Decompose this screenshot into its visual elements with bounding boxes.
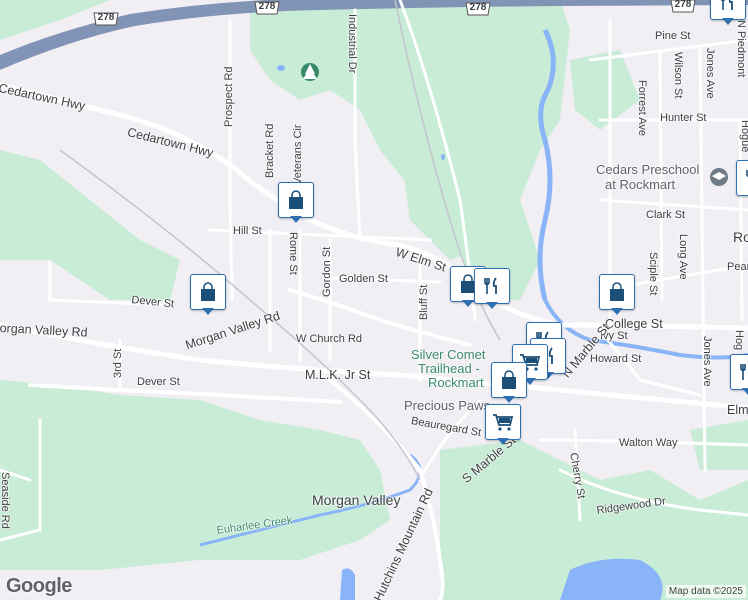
street-label-mlk: M.L.K. Jr St <box>305 368 371 382</box>
street-label-wilson: Wilson St <box>672 52 684 99</box>
shopping-bag-icon <box>502 370 516 389</box>
street-label-jones-ave-n: Jones Ave <box>704 48 716 99</box>
restaurant-icon <box>720 0 733 10</box>
street-label-prospect: Prospect Rd <box>223 66 235 127</box>
map-attribution[interactable]: Map data ©2025 <box>665 585 746 598</box>
map-canvas[interactable]: 278 278 278 278 Pine St N Piedmont Jones… <box>0 0 748 600</box>
street-label-hogue-s: Hog <box>733 330 745 351</box>
shopping-bag-icon <box>289 190 303 209</box>
street-label-jones-ave-s: Jones Ave <box>701 336 713 387</box>
street-label-3rd: 3rd St <box>112 348 124 378</box>
google-logo: Google <box>6 575 72 597</box>
street-label-pine: Pine St <box>655 30 691 42</box>
place-label-silver-comet-2: Trailhead - <box>418 361 480 376</box>
street-label-walton: Walton Way <box>619 437 678 449</box>
shopping-cart-icon <box>493 414 514 431</box>
shopping-marker[interactable] <box>491 362 527 404</box>
street-label-w-church: W Church Rd <box>296 333 363 345</box>
restaurant-icon <box>484 277 497 294</box>
place-label-morgan-valley: Morgan Valley <box>312 492 401 508</box>
place-label-silver-comet-3: Rockmart <box>428 375 484 390</box>
shopping-bag-icon <box>201 282 215 301</box>
place-label-silver-comet-1: Silver Comet <box>411 347 486 362</box>
restaurant-icon <box>746 170 748 178</box>
street-label-hogue: Hogue <box>739 120 748 153</box>
grocery-marker[interactable] <box>485 404 521 446</box>
restaurant-marker[interactable] <box>710 0 746 26</box>
restaurant-marker[interactable] <box>474 268 510 310</box>
street-label-clark: Clark St <box>646 209 686 221</box>
street-label-sciple: Sciple St <box>647 252 659 296</box>
street-label-howard: Howard St <box>590 353 642 365</box>
shopping-bag-icon <box>610 282 624 301</box>
street-label-seaside: Seaside Rd <box>0 472 11 529</box>
place-label-precious-paws: Precious Paws <box>404 398 490 413</box>
restaurant-icon <box>740 364 746 380</box>
street-label-gordon: Gordon St <box>321 246 333 297</box>
street-label-dever: Dever St <box>137 376 180 388</box>
park-tree-icon <box>301 63 319 81</box>
street-label-rome: Rome St <box>287 232 299 275</box>
street-label-rockmart-edge: Ro <box>733 229 748 245</box>
place-label-cedars-preschool-2: at Rockmart <box>605 177 676 192</box>
street-label-elm-e: Elm <box>727 403 748 417</box>
street-label-n-piedmont: N Piedmont <box>735 20 747 78</box>
street-label-college: College St <box>605 317 663 331</box>
street-label-veterans: Veterans Cir <box>292 124 304 185</box>
highway-shield-278-d: 278 <box>670 0 696 14</box>
street-label-hunter: Hunter St <box>660 112 707 124</box>
street-label-bluff: Bluff St <box>418 284 430 320</box>
restaurant-marker[interactable] <box>730 354 748 396</box>
street-label-bracket: Bracket Rd <box>264 123 276 178</box>
highway-shield-278-b: 278 <box>254 0 280 16</box>
street-label-pearl: Pear <box>727 261 748 273</box>
place-label-cedars-preschool-1: Cedars Preschool <box>596 162 700 177</box>
street-label-hill: Hill St <box>233 225 262 237</box>
shopping-marker[interactable] <box>190 274 226 316</box>
restaurant-marker[interactable] <box>736 160 748 202</box>
street-label-industrial: Industrial Dr <box>346 14 358 74</box>
highway-shield-278-c: 278 <box>465 1 491 17</box>
street-label-forrest: Forrest Ave <box>636 80 648 137</box>
street-label-golden: Golden St <box>339 273 388 285</box>
highway-shield-278-a: 278 <box>93 11 119 27</box>
shopping-marker[interactable] <box>278 182 314 224</box>
street-label-long: Long Ave <box>677 234 689 280</box>
school-icon <box>710 168 728 186</box>
shopping-marker[interactable] <box>599 274 635 316</box>
